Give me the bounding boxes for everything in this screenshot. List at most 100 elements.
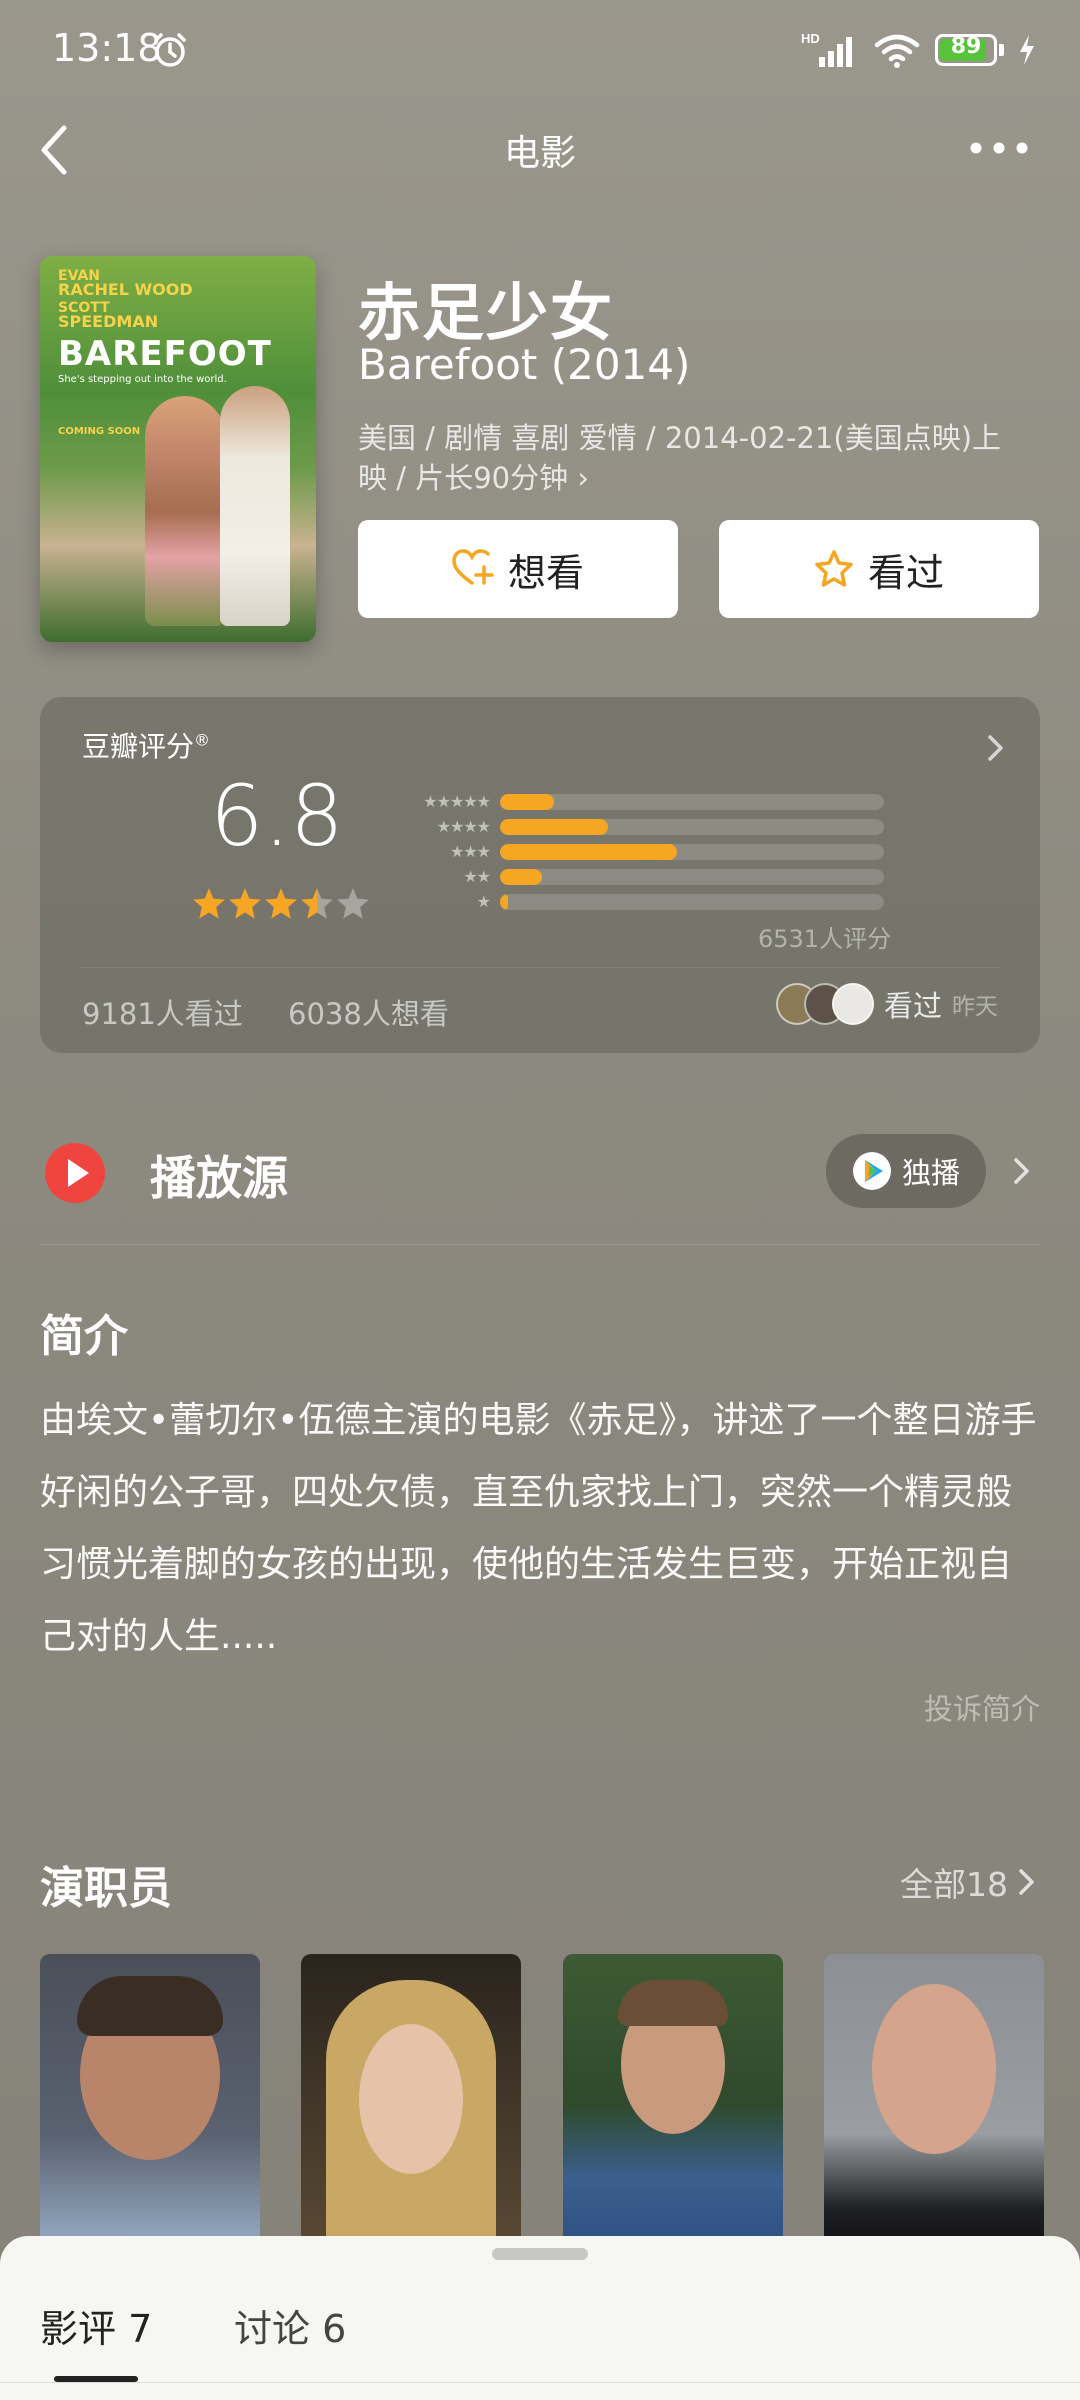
- tab-discussions[interactable]: 讨论 6: [234, 2298, 346, 2353]
- divider: [40, 1244, 1040, 1245]
- movie-poster[interactable]: EVAN RACHEL WOOD SCOTT SPEEDMAN BAREFOOT…: [40, 256, 316, 642]
- play-source-title: 播放源: [150, 1151, 288, 1205]
- rating-dist-fill: [500, 893, 508, 910]
- want-to-watch-button[interactable]: 想看: [358, 520, 678, 618]
- rating-dist-fill: [500, 868, 543, 885]
- poster-credit: SPEEDMAN: [58, 312, 159, 331]
- rating-stars: [192, 887, 370, 921]
- cast-all-label: 全部18: [900, 1865, 1008, 1904]
- rating-dist-stars: ★: [476, 892, 491, 911]
- rating-dist-stars: ★★★★: [436, 817, 491, 836]
- rating-dist-fill: [500, 843, 677, 860]
- poster-figure: [145, 396, 225, 626]
- cast-photo[interactable]: [301, 1954, 521, 2254]
- cast-hair: [77, 1976, 223, 2036]
- source-label: 独播: [901, 1156, 960, 1190]
- movie-meta[interactable]: 美国 / 剧情 喜剧 爱情 / 2014-02-21(美国点映)上映 / 片长9…: [358, 418, 1018, 498]
- chevron-right-icon[interactable]: [1012, 1156, 1032, 1186]
- rating-card[interactable]: 豆瓣评分® 6.8 ★★★★★ ★★★★ ★★★ ★★ ★ 6531人评分 9181人看…: [40, 697, 1040, 1053]
- rating-star-icon: [193, 888, 225, 919]
- movie-title-en: Barefoot (2014): [358, 340, 691, 389]
- status-time: 13:18: [52, 26, 162, 70]
- rating-label: 豆瓣评分®: [82, 730, 211, 763]
- heart-add-icon: [452, 549, 494, 585]
- poster-credit: RACHEL WOOD: [58, 280, 193, 299]
- more-options-icon[interactable]: [968, 136, 1030, 160]
- friends-activity[interactable]: 看过 昨天: [775, 983, 998, 1025]
- rating-dist-row: ★: [390, 889, 884, 914]
- rating-dist-fill: [500, 818, 608, 835]
- cast-photo[interactable]: [824, 1954, 1044, 2254]
- rating-dist-row: ★★★★★: [390, 789, 884, 814]
- rating-dist-bar: [500, 893, 884, 910]
- alarm-icon: [154, 33, 186, 67]
- charging-icon: [1020, 35, 1034, 65]
- friend-avatars: [775, 983, 874, 1025]
- chevron-right-icon: [1019, 1869, 1034, 1895]
- cast-face: [359, 2024, 463, 2174]
- chevron-right-icon[interactable]: [986, 733, 1006, 763]
- rating-dist-bar: [500, 818, 884, 835]
- rating-dist-fill: [500, 793, 554, 810]
- report-intro-link[interactable]: 投诉简介: [924, 1686, 1040, 1728]
- reviews-bottom-sheet[interactable]: 影评 7 讨论 6: [0, 2236, 1080, 2400]
- want-button-label: 想看: [507, 550, 584, 595]
- svg-text:HD: HD: [801, 31, 820, 46]
- rating-dist-stars: ★★★: [449, 842, 491, 861]
- rating-star-icon: [265, 888, 297, 919]
- star-outline-icon: [815, 550, 853, 587]
- want-count: 6038人想看: [288, 997, 449, 1031]
- intro-text[interactable]: 由埃文•蕾切尔•伍德主演的电影《赤足》，讲述了一个整日游手好闲的公子哥，四处欠债…: [40, 1385, 1040, 1673]
- status-icons: HD 89: [801, 28, 1036, 72]
- registered-mark: ®: [194, 730, 211, 750]
- divider: [80, 967, 1000, 968]
- rating-star-icon: [229, 888, 261, 919]
- friends-seen-time: 昨天: [952, 994, 998, 1020]
- rating-dist-stars: ★★★★★: [423, 792, 491, 811]
- source-chip[interactable]: 独播: [826, 1134, 986, 1208]
- wifi-icon: [874, 34, 920, 68]
- movie-title-cn: 赤足少女: [358, 276, 615, 349]
- cast-face: [872, 1984, 996, 2154]
- rating-score: 6.8: [210, 767, 344, 865]
- battery-level: 89: [950, 34, 982, 59]
- watched-button[interactable]: 看过: [719, 520, 1039, 618]
- cast-photo[interactable]: [40, 1954, 260, 2254]
- drag-handle[interactable]: [492, 2248, 588, 2260]
- avatar: [831, 983, 874, 1025]
- watch-stats: 9181人看过 6038人想看: [82, 991, 485, 1033]
- battery-cap: [999, 44, 1004, 56]
- poster-tagline: She's stepping out into the world.: [58, 374, 227, 385]
- rating-dist-stars: ★★: [463, 867, 491, 886]
- battery-icon: 89: [935, 34, 997, 66]
- rating-dist-bar: [500, 843, 884, 860]
- rating-dist-bar: [500, 793, 884, 810]
- rating-dist-row: ★★★: [390, 839, 884, 864]
- poster-coming-soon: COMING SOON: [58, 426, 141, 437]
- divider: [0, 2382, 1080, 2383]
- poster-title: BAREFOOT: [58, 334, 272, 374]
- rating-distribution: ★★★★★ ★★★★ ★★★ ★★ ★: [390, 789, 884, 914]
- play-source-section[interactable]: 播放源 独播: [0, 1120, 1080, 1246]
- cast-photo[interactable]: [563, 1954, 783, 2254]
- status-bar: 13:18 HD 89: [0, 0, 1080, 100]
- tencent-video-icon: [852, 1152, 891, 1190]
- rating-dist-row: ★★: [390, 864, 884, 889]
- tab-reviews[interactable]: 影评 7: [40, 2298, 152, 2353]
- cast-heading: 演职员: [40, 1863, 172, 1914]
- rating-dist-bar: [500, 868, 884, 885]
- friends-seen-label: 看过: [883, 989, 942, 1023]
- rating-star-icon: [301, 888, 333, 919]
- seen-count: 9181人看过: [82, 997, 243, 1031]
- rating-count: 6531人评分: [758, 925, 892, 953]
- seen-button-label: 看过: [867, 550, 944, 595]
- rating-dist-row: ★★★★: [390, 814, 884, 839]
- page-title: 电影: [503, 133, 576, 174]
- nav-bar: 电影: [0, 100, 1080, 200]
- play-icon: [45, 1143, 105, 1203]
- poster-figure: [220, 386, 290, 626]
- cast-all-link[interactable]: 全部18: [900, 1858, 1036, 1906]
- cellular-signal-icon: HD: [801, 31, 852, 67]
- rating-star-icon: [337, 888, 369, 919]
- intro-heading: 简介: [40, 1311, 128, 1362]
